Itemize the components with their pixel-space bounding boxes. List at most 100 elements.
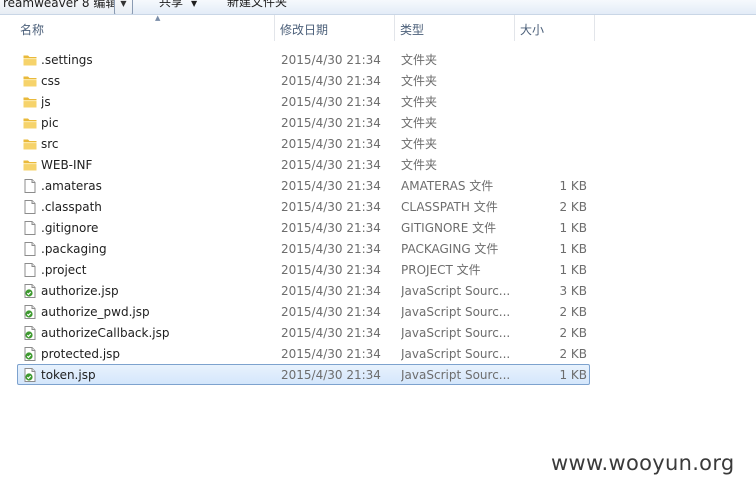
file-type: 文件夹 [401, 95, 438, 109]
file-type: 文件夹 [401, 116, 438, 130]
folder-icon [22, 136, 38, 152]
file-name: authorizeCallback.jsp [41, 326, 170, 340]
file-row[interactable]: authorize.jsp 2015/4/30 21:34 JavaScript S… [17, 280, 590, 301]
file-type: JavaScript Sourc... [401, 326, 511, 340]
column-header-name[interactable]: 名称 ▲ [15, 14, 275, 41]
file-size: 1 KB [559, 221, 587, 235]
file-name: .project [41, 263, 87, 277]
file-date: 2015/4/30 21:34 [281, 53, 381, 67]
file-type: JavaScript Sourc... [401, 284, 511, 298]
chevron-down-icon: ▼ [191, 0, 198, 8]
file-type: JavaScript Sourc... [401, 347, 511, 361]
file-row[interactable]: .gitignore 2015/4/30 21:34 GITIGNORE 文件 1 K… [17, 217, 590, 238]
file-date: 2015/4/30 21:34 [281, 263, 381, 277]
column-header-size[interactable]: 大小 [515, 15, 595, 41]
folder-icon [22, 94, 38, 110]
file-name: .settings [41, 53, 93, 67]
folder-icon [22, 157, 38, 173]
new-folder-button[interactable]: 新建文件夹 [227, 0, 287, 11]
file-date: 2015/4/30 21:34 [281, 305, 381, 319]
file-row[interactable]: .packaging 2015/4/30 21:34 PACKAGING 文件 1 K… [17, 238, 590, 259]
file-name: .packaging [41, 242, 107, 256]
file-name: authorize.jsp [41, 284, 119, 298]
jsp-file-icon [22, 283, 38, 299]
file-row[interactable]: .settings 2015/4/30 21:34 文件夹 [17, 49, 590, 70]
file-row[interactable]: token.jsp 2015/4/30 21:34 JavaScript Sourc… [17, 364, 590, 385]
folder-icon [22, 73, 38, 89]
file-row[interactable]: .amateras 2015/4/30 21:34 AMATERAS 文件 1 KB [17, 175, 590, 196]
file-size: 1 KB [559, 263, 587, 277]
file-type: CLASSPATH 文件 [401, 200, 498, 214]
share-button[interactable]: 共享 ▼ [159, 0, 197, 12]
file-row[interactable]: pic 2015/4/30 21:34 文件夹 [17, 112, 590, 133]
file-icon [22, 178, 38, 194]
file-row[interactable]: authorizeCallback.jsp 2015/4/30 21:34 Java… [17, 322, 590, 343]
file-icon [22, 262, 38, 278]
command-bar: reamweaver 8 编辑 ▼ 共享 ▼ 新建文件夹 [0, 0, 756, 15]
file-icon [22, 241, 38, 257]
file-type: JavaScript Sourc... [401, 305, 511, 319]
jsp-file-icon [22, 346, 38, 362]
file-name: authorize_pwd.jsp [41, 305, 150, 319]
file-size: 2 KB [559, 305, 587, 319]
file-date: 2015/4/30 21:34 [281, 221, 381, 235]
file-type: 文件夹 [401, 74, 438, 88]
file-size: 3 KB [559, 284, 587, 298]
column-header-date[interactable]: 修改日期 [275, 15, 395, 41]
folder-icon [22, 52, 38, 68]
chevron-down-icon: ▼ [120, 0, 127, 8]
file-size: 2 KB [559, 326, 587, 340]
file-type: 文件夹 [401, 158, 438, 172]
file-date: 2015/4/30 21:34 [281, 242, 381, 256]
watermark: www.wooyun.org [551, 451, 735, 475]
column-header: 名称 ▲ 修改日期 类型 大小 [0, 14, 756, 41]
file-name: WEB-INF [41, 158, 93, 172]
open-with-dropdown[interactable]: ▼ [114, 0, 133, 14]
file-size: 2 KB [559, 347, 587, 361]
file-date: 2015/4/30 21:34 [281, 200, 381, 214]
file-icon [22, 220, 38, 236]
file-type: AMATERAS 文件 [401, 179, 494, 193]
file-row[interactable]: .project 2015/4/30 21:34 PROJECT 文件 1 KB [17, 259, 590, 280]
file-name: css [41, 74, 61, 88]
file-name: token.jsp [41, 368, 96, 382]
file-name: protected.jsp [41, 347, 121, 361]
file-date: 2015/4/30 21:34 [281, 95, 381, 109]
file-row[interactable]: css 2015/4/30 21:34 文件夹 [17, 70, 590, 91]
file-date: 2015/4/30 21:34 [281, 116, 381, 130]
file-size: 1 KB [559, 179, 587, 193]
open-with-button[interactable]: reamweaver 8 编辑 [0, 0, 118, 14]
file-type: JavaScript Sourc... [401, 368, 511, 382]
jsp-file-icon [22, 325, 38, 341]
file-row[interactable]: authorize_pwd.jsp 2015/4/30 21:34 JavaScri… [17, 301, 590, 322]
file-row[interactable]: protected.jsp 2015/4/30 21:34 JavaScript S… [17, 343, 590, 364]
file-date: 2015/4/30 21:34 [281, 179, 381, 193]
file-date: 2015/4/30 21:34 [281, 368, 381, 382]
file-date: 2015/4/30 21:34 [281, 347, 381, 361]
file-row[interactable]: .classpath 2015/4/30 21:34 CLASSPATH 文件 2 K… [17, 196, 590, 217]
column-header-type[interactable]: 类型 [395, 15, 515, 41]
file-row[interactable]: src 2015/4/30 21:34 文件夹 [17, 133, 590, 154]
file-row[interactable]: WEB-INF 2015/4/30 21:34 文件夹 [17, 154, 590, 175]
folder-icon [22, 115, 38, 131]
sort-ascending-icon: ▲ [155, 14, 161, 22]
file-name: .amateras [41, 179, 102, 193]
jsp-file-icon [22, 304, 38, 320]
file-date: 2015/4/30 21:34 [281, 74, 381, 88]
file-type: GITIGNORE 文件 [401, 221, 497, 235]
file-type: 文件夹 [401, 53, 438, 67]
file-type: 文件夹 [401, 137, 438, 151]
file-date: 2015/4/30 21:34 [281, 326, 381, 340]
column-name-label: 名称 [20, 23, 45, 37]
file-name: pic [41, 116, 59, 130]
file-size: 1 KB [559, 242, 587, 256]
share-label: 共享 [159, 0, 184, 9]
file-size: 1 KB [559, 368, 587, 382]
jsp-file-icon [22, 367, 38, 383]
file-date: 2015/4/30 21:34 [281, 284, 381, 298]
file-row[interactable]: js 2015/4/30 21:34 文件夹 [17, 91, 590, 112]
file-type: PROJECT 文件 [401, 263, 481, 277]
file-type: PACKAGING 文件 [401, 242, 499, 256]
file-name: js [41, 95, 51, 109]
file-name: src [41, 137, 59, 151]
